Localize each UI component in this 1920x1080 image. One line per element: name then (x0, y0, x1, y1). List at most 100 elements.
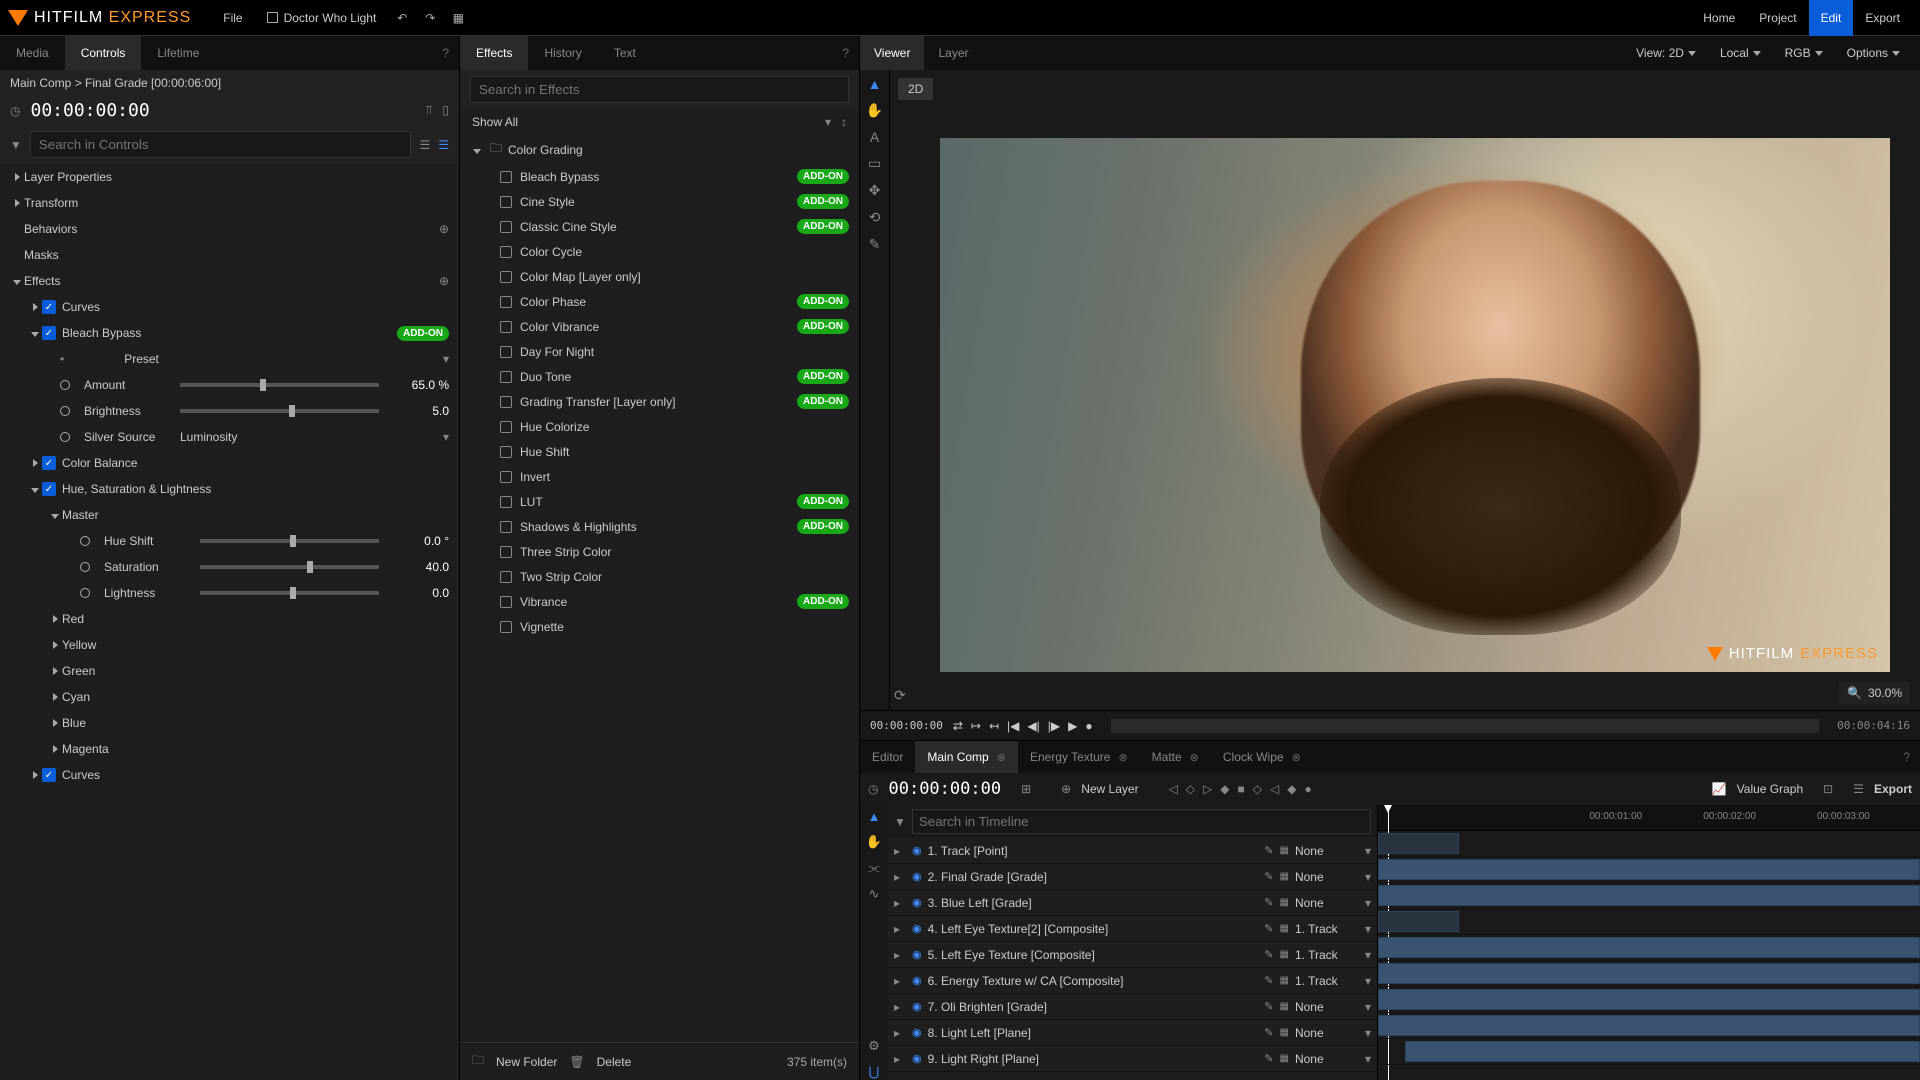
timeline-export-button[interactable]: Export (1874, 782, 1912, 796)
visibility-icon[interactable]: ◉ (912, 1052, 922, 1065)
slider-saturation[interactable] (200, 565, 379, 569)
new-folder-button[interactable]: New Folder (496, 1055, 557, 1069)
timeline-lane[interactable] (1378, 831, 1920, 857)
grid-icon[interactable]: ▦ (1280, 1001, 1289, 1012)
tab-text[interactable]: Text (598, 36, 652, 70)
grid-icon[interactable]: ▦ (444, 11, 472, 25)
redo-icon[interactable]: ↷ (416, 11, 444, 25)
playhead-timecode[interactable]: 00:00:00:00 (870, 719, 943, 732)
keyframe-brightness-icon[interactable] (60, 406, 70, 416)
timeline-tab[interactable]: Energy Texture⊗ (1018, 741, 1140, 773)
close-icon[interactable]: ⊗ (1292, 751, 1301, 764)
effect-item[interactable]: Cine StyleADD-ON (460, 189, 859, 214)
grid-icon[interactable]: ▦ (1280, 975, 1289, 986)
effect-item[interactable]: Hue Colorize (460, 414, 859, 439)
keyframe-sat-icon[interactable] (80, 562, 90, 572)
blend-dropdown-icon[interactable]: ▾ (1365, 922, 1371, 936)
track-row[interactable]: ▸◉8. Light Left [Plane]✎▦None▾ (888, 1020, 1377, 1046)
expand-icon[interactable]: ▸ (894, 1052, 906, 1066)
hsl-yellow[interactable]: Yellow (62, 638, 96, 652)
search-controls-input[interactable] (30, 131, 412, 158)
blend-dropdown-icon[interactable]: ▾ (1365, 948, 1371, 962)
kf-diamond2-icon[interactable]: ◇ (1253, 782, 1262, 796)
playhead-icon[interactable]: ◷ (868, 782, 878, 796)
expand-icon[interactable]: ▸ (894, 922, 906, 936)
grid-icon[interactable]: ▦ (1280, 923, 1289, 934)
track-row[interactable]: ▸◉6. Energy Texture w/ CA [Composite]✎▦1… (888, 968, 1377, 994)
grid-icon[interactable]: ▦ (1280, 949, 1289, 960)
track-row[interactable]: ▸◉1. Track [Point]✎▦None▾ (888, 838, 1377, 864)
tab-controls[interactable]: Controls (65, 36, 142, 70)
timeline-lane[interactable] (1378, 883, 1920, 909)
visibility-icon[interactable]: ◉ (912, 922, 922, 935)
visibility-icon[interactable]: ◉ (912, 844, 922, 857)
clip[interactable] (1378, 937, 1920, 958)
expand-icon[interactable]: ▸ (894, 974, 906, 988)
help-icon[interactable]: ? (432, 46, 459, 60)
grid-icon[interactable]: ▦ (1280, 871, 1289, 882)
tl-pointer-icon[interactable]: ▲ (868, 809, 881, 824)
clip[interactable] (1378, 963, 1920, 984)
clip[interactable] (1378, 833, 1459, 854)
add-layer-icon[interactable]: ⊕ (1061, 782, 1071, 796)
keyframe-amount-icon[interactable] (60, 380, 70, 390)
visibility-icon[interactable]: ◉ (912, 974, 922, 987)
timeline-tab[interactable]: Matte⊗ (1140, 741, 1211, 773)
hsl-red[interactable]: Red (62, 612, 84, 626)
preset-dropdown-icon[interactable]: ▾ (443, 352, 449, 366)
expand-icon[interactable]: ▸ (894, 870, 906, 884)
edit-icon[interactable]: ✎ (1264, 974, 1273, 987)
hand-tool-icon[interactable]: ✋ (866, 102, 883, 119)
undo-icon[interactable]: ↶ (388, 11, 416, 25)
timeline-timecode[interactable]: 00:00:00:00 (888, 779, 1001, 799)
effect-hsl-toggle[interactable]: ✓ (42, 482, 56, 496)
effect-hsl[interactable]: Hue, Saturation & Lightness (62, 482, 211, 496)
in-point-icon[interactable]: ↦ (971, 719, 981, 733)
addon-badge[interactable]: ADD-ON (797, 219, 849, 234)
blend-dropdown-icon[interactable]: ▾ (1365, 1026, 1371, 1040)
effect-item[interactable]: LUTADD-ON (460, 489, 859, 514)
hsl-cyan[interactable]: Cyan (62, 690, 90, 704)
effects-category[interactable]: Color Grading (508, 143, 583, 157)
local-dropdown[interactable]: Local (1710, 42, 1771, 64)
clip[interactable] (1378, 885, 1920, 906)
effect-item[interactable]: Invert (460, 464, 859, 489)
value-amount[interactable]: 65.0 % (389, 378, 449, 392)
track-row[interactable]: ▸◉3. Blue Left [Grade]✎▦None▾ (888, 890, 1377, 916)
blend-mode[interactable]: None (1295, 844, 1365, 858)
tl-magnet-icon[interactable]: ⋃ (869, 1064, 880, 1080)
addon-badge[interactable]: ADD-ON (797, 594, 849, 609)
close-icon[interactable]: ⊗ (1118, 751, 1127, 764)
blend-mode[interactable]: 1. Track (1295, 974, 1365, 988)
tab-lifetime[interactable]: Lifetime (141, 36, 215, 70)
timeline-lane[interactable] (1378, 961, 1920, 987)
kf-square-icon[interactable]: ■ (1238, 782, 1245, 796)
section-transform[interactable]: Transform (24, 196, 78, 210)
menu-edit[interactable]: Edit (1809, 0, 1854, 36)
move-tool-icon[interactable]: ✥ (869, 182, 881, 199)
edit-icon[interactable]: ✎ (1264, 844, 1273, 857)
visibility-icon[interactable]: ◉ (912, 1000, 922, 1013)
blend-dropdown-icon[interactable]: ▾ (1365, 974, 1371, 988)
effect-item[interactable]: Color Cycle (460, 239, 859, 264)
addon-badge[interactable]: ADD-ON (797, 169, 849, 184)
grid-icon[interactable]: ▦ (1280, 897, 1289, 908)
timeline-lane[interactable] (1378, 935, 1920, 961)
kf-diamond-icon[interactable]: ◆ (1220, 782, 1229, 796)
addon-badge[interactable]: ADD-ON (797, 194, 849, 209)
effect-item[interactable]: Shadows & HighlightsADD-ON (460, 514, 859, 539)
blend-dropdown-icon[interactable]: ▾ (1365, 870, 1371, 884)
list-view-icon[interactable]: ☰ (419, 138, 430, 152)
blend-mode[interactable]: 1. Track (1295, 948, 1365, 962)
blend-dropdown-icon[interactable]: ▾ (1365, 1000, 1371, 1014)
effect-item[interactable]: Color VibranceADD-ON (460, 314, 859, 339)
visibility-icon[interactable]: ◉ (912, 948, 922, 961)
clip[interactable] (1405, 1041, 1920, 1062)
visibility-icon[interactable]: ◉ (912, 870, 922, 883)
timeline-lane[interactable] (1378, 909, 1920, 935)
hsl-blue[interactable]: Blue (62, 716, 86, 730)
tab-layer[interactable]: Layer (924, 36, 982, 70)
effect-item[interactable]: Bleach BypassADD-ON (460, 164, 859, 189)
grid-icon[interactable]: ▦ (1280, 1027, 1289, 1038)
add-behavior-icon[interactable]: ⊕ (439, 222, 449, 236)
